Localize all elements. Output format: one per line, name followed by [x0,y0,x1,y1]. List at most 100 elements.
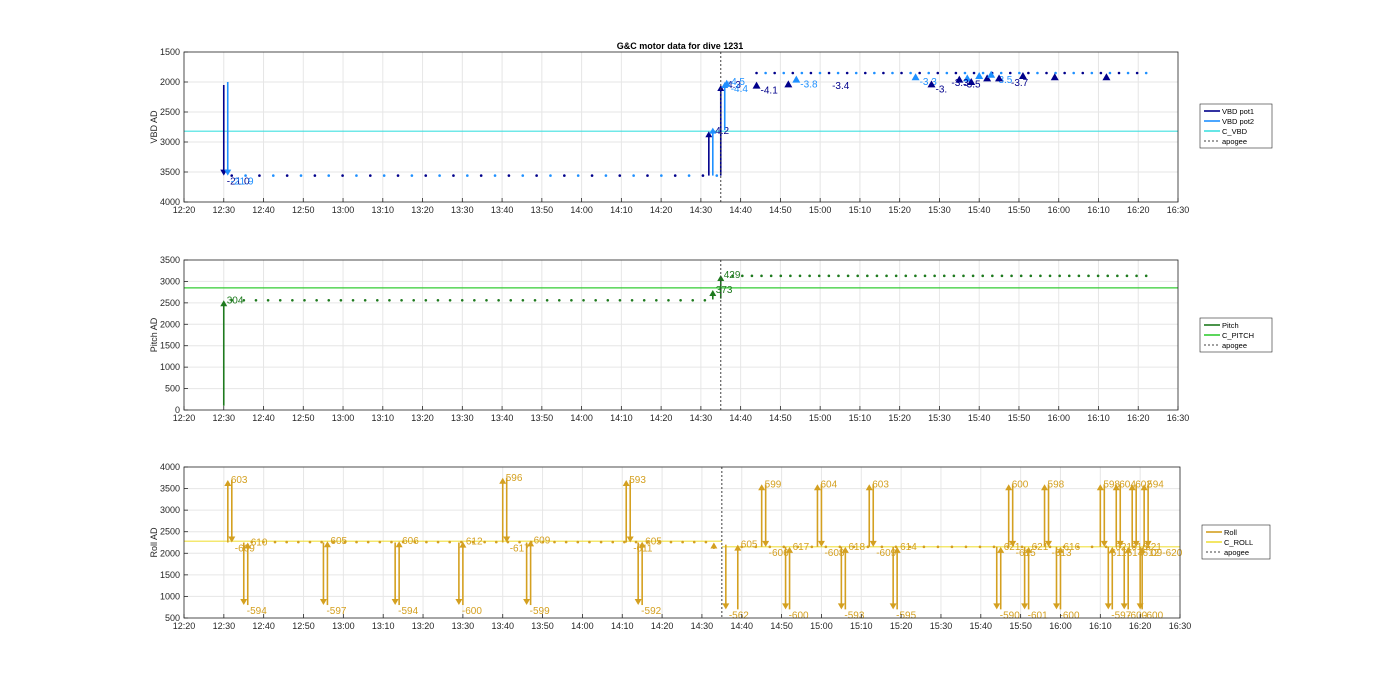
data-point [448,540,452,544]
legend-label: apogee [1222,341,1247,350]
data-point [991,274,994,278]
x-tick-label: 14:20 [651,621,674,631]
legend-label: apogee [1222,137,1247,146]
data-point [576,540,580,544]
data-point [978,545,982,549]
data-point [818,71,822,75]
data-point [952,274,956,278]
data-point [923,274,927,278]
x-tick-label: 16:10 [1089,621,1112,631]
data-point [981,71,985,75]
data-point [972,71,976,75]
x-tick-label: 15:10 [849,205,872,215]
legend-label: apogee [1224,548,1249,557]
legend-label: C_VBD [1222,127,1248,136]
marker-triangle [1050,73,1059,81]
y-tick-label: 3000 [160,137,180,147]
move-arrowhead [710,542,718,549]
data-point [576,174,580,177]
data-point [509,298,513,302]
y-tick-label: 500 [165,384,180,394]
y-tick-label: 3000 [160,276,180,286]
data-point [873,71,876,75]
x-tick-label: 15:50 [1008,205,1031,215]
marker-label: -3. [935,84,947,95]
data-point [667,298,670,302]
move-label: -601 [1028,610,1048,621]
data-point [521,174,525,177]
x-tick-label: 12:40 [252,205,275,215]
x-tick-label: 15:40 [970,621,993,631]
data-point [836,71,840,75]
move-label: -21.9 [231,177,254,188]
move-label: 612 [466,537,483,548]
y-tick-label: 500 [165,613,180,623]
data-point [351,298,355,302]
data-point [378,540,382,544]
move-label: -597 [326,606,346,617]
data-point [308,540,312,544]
x-tick-label: 12:50 [292,205,315,215]
x-tick-label: 14:00 [570,413,593,423]
data-point [355,540,358,544]
data-point [599,540,603,544]
move-label: 614 [900,542,917,553]
marker-triangle [752,81,761,89]
y-tick-label: 1000 [160,591,180,601]
y-tick-label: 1500 [160,570,180,580]
data-point [611,540,615,544]
data-point [791,71,795,75]
move-label: 593 [629,475,646,486]
move-arrowhead [837,603,845,610]
data-point [646,174,649,177]
data-point [436,540,440,544]
data-point [557,298,561,302]
data-point [1144,274,1148,278]
chart-figure: G&C motor data for dive 1231 -21.0-21.9-… [149,41,1273,631]
data-point [782,71,786,75]
x-tick-label: 13:20 [412,621,435,631]
data-point [808,274,811,278]
move-label: 605 [330,536,347,547]
y-tick-label: 0 [175,405,180,415]
data-point [549,174,552,177]
data-point [927,71,931,75]
data-point [258,174,261,177]
data-point [483,540,486,544]
data-point [854,71,858,75]
x-tick-label: 16:30 [1169,621,1192,631]
data-point [936,71,940,75]
move-label: 600 [1012,479,1029,490]
data-point [497,298,500,302]
data-point [545,298,549,302]
data-point [1135,274,1138,278]
x-tick-label: 16:20 [1127,205,1150,215]
x-tick-label: 16:10 [1087,205,1110,215]
data-point [1117,71,1121,75]
move-label: -590 [1000,610,1020,621]
x-tick-label: 14:50 [769,413,792,423]
panel-1: -21.0-21.9-4.2-4.3-4.5-4.4-4.1-3.8-3.3-3… [149,47,1273,215]
x-tick-label: 13:40 [491,413,514,423]
move-label: -600 [789,610,809,621]
data-point [303,298,306,302]
data-point [963,71,967,75]
move-arrowhead [762,540,770,547]
y-tick-label: 1000 [160,362,180,372]
data-point [570,298,573,302]
legend-label: VBD pot2 [1222,117,1254,126]
marker-label: -3.8 [800,80,818,91]
panel-3: 603-609-594610-597605-594606-600612596-6… [149,462,1271,631]
data-point [341,174,344,177]
data-point [817,274,821,278]
move-label: 596 [506,473,523,484]
data-point [327,298,331,302]
data-point [954,71,958,75]
y-tick-label: 1500 [160,47,180,57]
data-point [355,174,358,177]
data-point [1039,274,1042,278]
data-point [299,174,303,177]
x-tick-label: 14:40 [730,621,753,631]
x-tick-label: 13:10 [372,621,395,631]
data-point [1106,274,1110,278]
